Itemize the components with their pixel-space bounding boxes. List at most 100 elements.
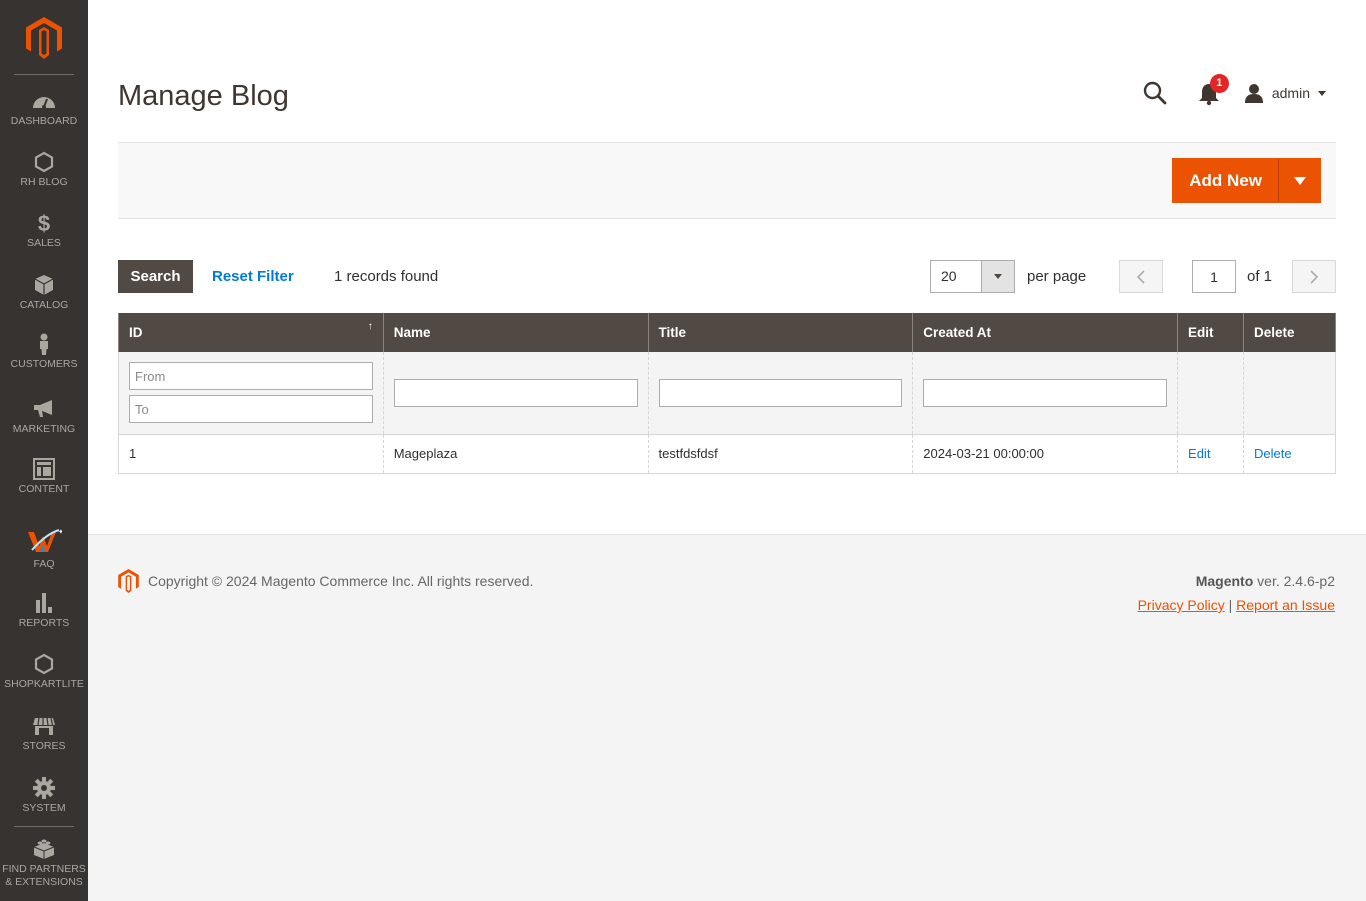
footer-divider bbox=[88, 534, 1366, 535]
privacy-policy-link[interactable]: Privacy Policy bbox=[1138, 597, 1225, 613]
search-button[interactable]: Search bbox=[118, 260, 193, 293]
sidebar-item-shopkartlite[interactable]: Shopkartlite bbox=[0, 653, 88, 691]
user-name: admin bbox=[1271, 85, 1310, 101]
id-to-input[interactable] bbox=[129, 395, 373, 424]
sidebar-item-faq[interactable]: ✦ FAQ bbox=[0, 528, 88, 571]
filter-row bbox=[118, 352, 1336, 435]
sidebar-item-label: System bbox=[22, 802, 66, 814]
created-at-filter-input[interactable] bbox=[923, 378, 1168, 407]
add-new-split-button: Add New bbox=[1172, 158, 1321, 203]
box-icon bbox=[34, 275, 54, 295]
sidebar-item-find-partners[interactable]: Find Partners & Extensions bbox=[0, 838, 88, 889]
id-filter-cell bbox=[118, 352, 384, 435]
hexagon-icon bbox=[34, 151, 54, 173]
chevron-down-icon bbox=[994, 274, 1002, 279]
per-page-select[interactable]: 20 bbox=[930, 260, 1015, 293]
sidebar-item-marketing[interactable]: Marketing bbox=[0, 398, 88, 436]
column-header-id[interactable]: ID ↑ bbox=[118, 313, 384, 352]
sidebar-item-catalog[interactable]: Catalog bbox=[0, 274, 88, 312]
cell-delete: Delete bbox=[1243, 434, 1336, 474]
column-header-delete: Delete bbox=[1243, 313, 1336, 352]
copyright-text: Copyright © 2024 Magento Commerce Inc. A… bbox=[148, 573, 534, 589]
add-new-dropdown-toggle[interactable] bbox=[1278, 159, 1320, 202]
svg-text:$: $ bbox=[38, 212, 50, 234]
sidebar-item-dashboard[interactable]: Dashboard bbox=[0, 90, 88, 128]
sidebar-item-sales[interactable]: $ Sales bbox=[0, 212, 88, 250]
sidebar-item-label: Catalog bbox=[19, 299, 69, 311]
sidebar-item-label: FAQ bbox=[33, 558, 55, 570]
edit-link[interactable]: Edit bbox=[1188, 446, 1210, 461]
title-filter-input[interactable] bbox=[658, 378, 903, 407]
dollar-icon: $ bbox=[38, 212, 50, 234]
page-actions-bar: Add New bbox=[118, 142, 1336, 219]
sidebar-item-label: RH Blog bbox=[20, 176, 68, 188]
delete-link[interactable]: Delete bbox=[1254, 446, 1292, 461]
edit-filter-cell bbox=[1177, 352, 1244, 435]
column-header-name[interactable]: Name bbox=[382, 313, 649, 352]
magento-logo-icon bbox=[118, 569, 139, 593]
footer-link-separator: | bbox=[1224, 597, 1237, 613]
records-found-count: 1 records found bbox=[334, 268, 439, 285]
delete-filter-cell bbox=[1243, 352, 1336, 435]
user-icon bbox=[1244, 84, 1263, 103]
hexagon-icon bbox=[34, 653, 54, 675]
previous-page-button[interactable] bbox=[1119, 260, 1163, 293]
version-info: Magento ver. 2.4.6-p2 bbox=[1196, 573, 1335, 589]
column-header-edit: Edit bbox=[1177, 313, 1244, 352]
sidebar-item-label: Reports bbox=[18, 617, 70, 629]
per-page-dropdown-toggle[interactable] bbox=[981, 261, 1014, 292]
sidebar-item-label: Shopkartlite bbox=[4, 678, 84, 690]
person-icon bbox=[40, 333, 48, 355]
sidebar-item-label: Content bbox=[18, 483, 70, 495]
notifications-button[interactable]: 1 bbox=[1198, 74, 1229, 106]
chevron-down-icon bbox=[1293, 176, 1306, 185]
version-number: ver. 2.4.6-p2 bbox=[1253, 573, 1335, 589]
megaphone-icon bbox=[34, 400, 52, 417]
sidebar-item-system[interactable]: System bbox=[0, 777, 88, 815]
sort-ascending-icon: ↑ bbox=[367, 321, 373, 332]
blog-grid-table: ID↑ Name Title Created At Edit Delete 1 … bbox=[118, 313, 1336, 474]
chevron-right-icon bbox=[1310, 269, 1319, 284]
chevron-left-icon bbox=[1136, 269, 1145, 284]
next-page-button[interactable] bbox=[1292, 260, 1336, 293]
sidebar-item-label: Sales bbox=[27, 237, 61, 249]
title-filter-cell bbox=[647, 352, 914, 435]
footer-links: Privacy Policy | Report an Issue bbox=[1138, 597, 1335, 613]
lego-brick-icon bbox=[33, 839, 55, 859]
current-page-input[interactable] bbox=[1192, 260, 1236, 293]
column-header-title[interactable]: Title bbox=[647, 313, 914, 352]
sidebar-item-content[interactable]: Content bbox=[0, 458, 88, 496]
svg-text:✦: ✦ bbox=[58, 528, 62, 536]
sidebar-item-rh-blog[interactable]: RH Blog bbox=[0, 151, 88, 189]
sidebar-item-customers[interactable]: Customers bbox=[0, 333, 88, 371]
cell-id: 1 bbox=[118, 434, 384, 474]
add-new-button[interactable]: Add New bbox=[1173, 159, 1278, 202]
report-issue-link[interactable]: Report an Issue bbox=[1236, 597, 1335, 613]
cell-title: testfdsfdsf bbox=[647, 434, 914, 474]
per-page-label: per page bbox=[1027, 268, 1087, 285]
faq-logo-icon: ✦ bbox=[28, 528, 62, 552]
sidebar-item-label: Stores bbox=[22, 740, 66, 752]
table-header-row: ID ↑ Name Title Created At Edit Delete bbox=[118, 313, 1336, 352]
created-at-filter-cell bbox=[912, 352, 1179, 435]
cell-created-at: 2024-03-21 00:00:00 bbox=[912, 434, 1179, 474]
page-title: Manage Blog bbox=[118, 80, 289, 112]
id-from-input[interactable] bbox=[129, 362, 373, 391]
search-icon[interactable] bbox=[1142, 80, 1168, 106]
reset-filter-link[interactable]: Reset Filter bbox=[212, 268, 294, 285]
sidebar-item-label: Dashboard bbox=[10, 115, 78, 127]
sidebar-item-reports[interactable]: Reports bbox=[0, 592, 88, 630]
header-actions: 1 admin bbox=[1142, 74, 1326, 108]
per-page-value: 20 bbox=[941, 268, 957, 284]
name-filter-input[interactable] bbox=[393, 378, 638, 407]
name-filter-cell bbox=[382, 352, 649, 435]
table-row: 1 Mageplaza testfdsfdsf 2024-03-21 00:00… bbox=[118, 434, 1336, 474]
version-brand: Magento bbox=[1195, 573, 1254, 589]
notifications-count-badge: 1 bbox=[1209, 74, 1229, 93]
user-menu[interactable]: admin bbox=[1244, 83, 1326, 103]
column-header-created-at[interactable]: Created At bbox=[912, 313, 1179, 352]
sidebar-item-stores[interactable]: Stores bbox=[0, 715, 88, 753]
storefront-icon bbox=[33, 717, 55, 735]
sidebar-divider bbox=[14, 74, 74, 75]
magento-logo-icon[interactable] bbox=[26, 17, 62, 59]
